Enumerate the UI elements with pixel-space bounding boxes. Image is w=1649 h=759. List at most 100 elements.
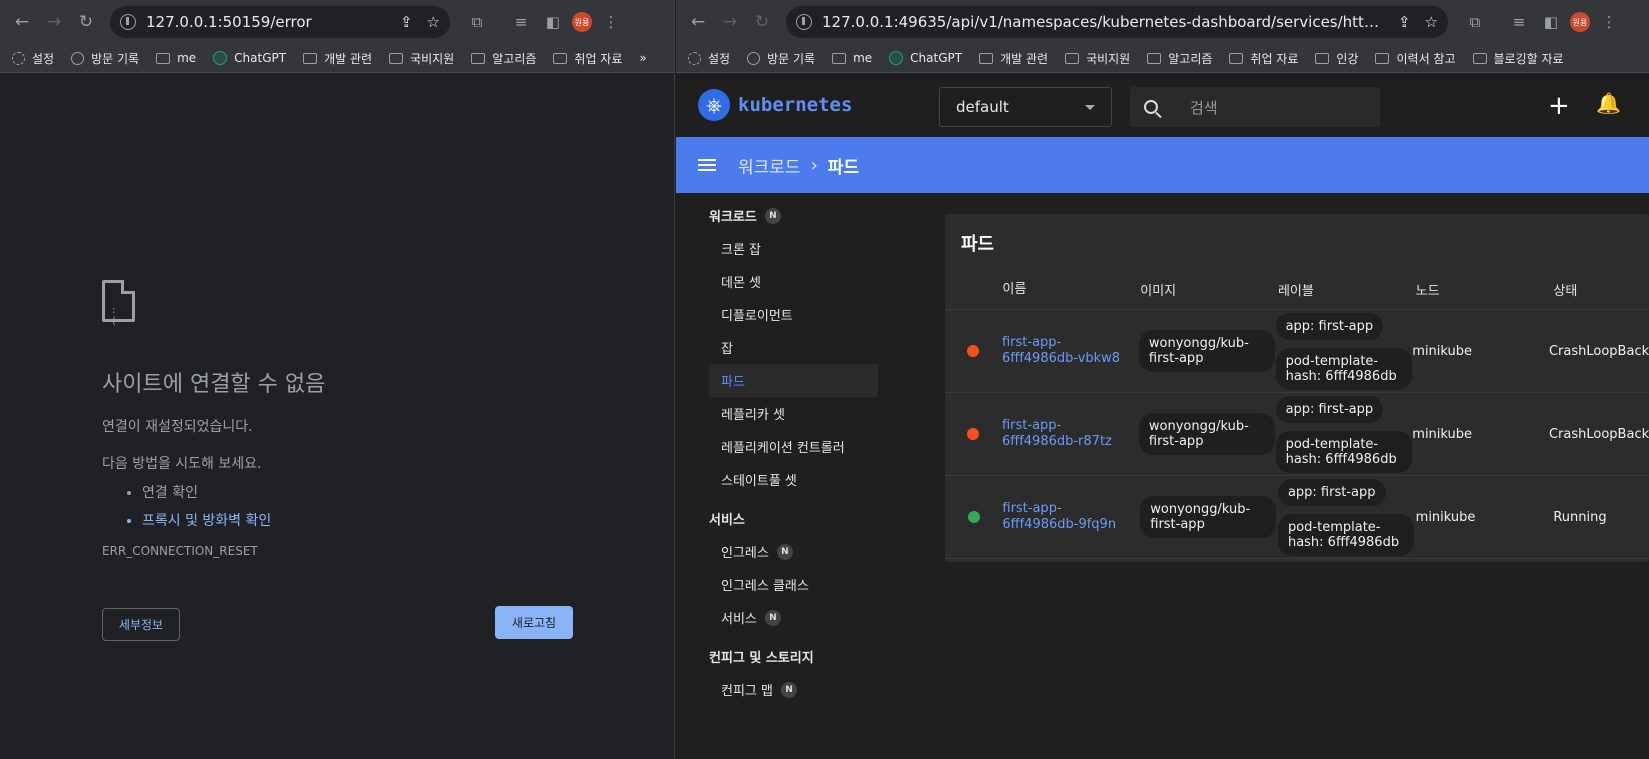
sidebar-item[interactable]: 컨피그 맵 N bbox=[676, 673, 906, 706]
chevron-right-icon: › bbox=[810, 154, 818, 176]
back-icon[interactable]: ← bbox=[8, 8, 36, 36]
bookmarks-overflow-icon[interactable]: » bbox=[639, 51, 646, 65]
extensions-icon[interactable]: ⧉ bbox=[1462, 9, 1488, 35]
bookmark-label: 취업 자료 bbox=[1250, 51, 1299, 66]
status-cell-text: CrashLoopBackOff bbox=[1548, 426, 1649, 442]
bookmark-item[interactable]: 알고리즘 bbox=[1147, 50, 1212, 67]
pod-name-link[interactable]: first-app-6fff4986db-vbkw8 bbox=[1002, 335, 1139, 367]
sidebar-item[interactable]: 잡 bbox=[676, 331, 906, 364]
kubernetes-logo-icon[interactable]: ⎈ bbox=[698, 89, 730, 121]
label-chip: pod-template-hash: 6fff4986db bbox=[1275, 430, 1412, 473]
pod-name-link[interactable]: first-app-6fff4986db-9fq9n bbox=[1002, 501, 1140, 533]
nav-section-config[interactable]: 컨피그 및 스토리지 bbox=[676, 640, 906, 673]
bookmark-item[interactable]: 알고리즘 bbox=[471, 50, 536, 67]
sidebar-item-label: 인그레스 bbox=[721, 546, 769, 561]
left-browser-window: ← → ↻ 127.0.0.1:50159/error ⇪ ☆ ⧉ ≡ ◧ 원용… bbox=[0, 0, 675, 759]
search-input[interactable]: 검색 bbox=[1130, 87, 1380, 127]
k8s-header: ⎈ kubernetes default 검색 + 🔔 bbox=[676, 73, 1649, 137]
sidebar-item[interactable]: 인그레스 N bbox=[676, 535, 906, 568]
bookmark-item[interactable]: 취업 자료 bbox=[1229, 50, 1298, 67]
bookmark-item[interactable]: 개발 관련 bbox=[979, 50, 1048, 67]
reload-icon[interactable]: ↻ bbox=[748, 8, 776, 36]
pod-name-link[interactable]: first-app-6fff4986db-r87tz bbox=[1002, 418, 1139, 450]
menu-icon[interactable]: ⋮ bbox=[1596, 9, 1622, 35]
sidebar-item-label: 크론 잡 bbox=[721, 243, 762, 258]
bookmark-star-icon[interactable]: ☆ bbox=[1425, 13, 1438, 31]
bookmark-item[interactable]: 개발 관련 bbox=[303, 50, 372, 67]
image-cell: wonyongg/kub-first-app bbox=[1140, 496, 1278, 538]
forward-icon[interactable]: → bbox=[716, 8, 744, 36]
bookmark-item[interactable]: me bbox=[832, 51, 872, 65]
menu-icon[interactable]: ⋮ bbox=[598, 9, 624, 35]
table-header: 이름 이미지 레이블 노드 상태 bbox=[945, 270, 1649, 310]
reading-list-icon[interactable]: ≡ bbox=[1506, 9, 1532, 35]
bookmark-item[interactable]: 블로깅할 자료 bbox=[1472, 50, 1564, 67]
bookmark-item[interactable]: ChatGPT bbox=[889, 51, 962, 65]
sidebar-item[interactable]: 레플리케이션 컨트롤러 bbox=[676, 430, 906, 463]
app-name[interactable]: kubernetes bbox=[738, 94, 852, 116]
sidebar-item[interactable]: 데몬 셋 bbox=[676, 265, 906, 298]
sidebar-item-label: 스테이트풀 셋 bbox=[721, 474, 797, 489]
status-dot-icon bbox=[967, 345, 980, 357]
namespace-select[interactable]: default bbox=[939, 87, 1112, 127]
bookmark-label: 국비지원 bbox=[410, 51, 455, 66]
forward-icon[interactable]: → bbox=[40, 8, 68, 36]
bookmark-item[interactable]: me bbox=[156, 51, 196, 65]
column-header[interactable]: 레이블 bbox=[1278, 280, 1416, 299]
search-icon bbox=[1144, 100, 1158, 114]
site-info-icon[interactable] bbox=[796, 14, 812, 30]
sidebar-item[interactable]: 인그레스 클래스 bbox=[676, 568, 906, 601]
side-panel-icon[interactable]: ◧ bbox=[1538, 9, 1564, 35]
column-header[interactable]: 이미지 bbox=[1140, 280, 1278, 299]
avatar[interactable]: 원용 bbox=[572, 12, 592, 32]
bookmark-item[interactable]: 방문 기록 bbox=[747, 50, 815, 67]
image-chip: wonyongg/kub-first-app bbox=[1138, 330, 1275, 372]
back-icon[interactable]: ← bbox=[684, 8, 712, 36]
sidebar-item[interactable]: 레플리카 셋 bbox=[676, 397, 906, 430]
bookmark-item[interactable]: 인강 bbox=[1315, 50, 1358, 67]
bookmark-item[interactable]: 취업 자료 bbox=[553, 50, 622, 67]
history-icon bbox=[747, 51, 761, 65]
breadcrumb-parent[interactable]: 워크로드 bbox=[738, 153, 801, 178]
sidebar-item[interactable]: 파드 bbox=[709, 364, 878, 397]
sidebar-item[interactable]: 서비스 N bbox=[676, 601, 906, 634]
reload-icon[interactable]: ↻ bbox=[72, 8, 100, 36]
folder-icon bbox=[1375, 52, 1390, 64]
menu-toggle-icon[interactable] bbox=[698, 156, 716, 174]
bookmark-item[interactable]: ChatGPT bbox=[213, 51, 286, 65]
address-bar[interactable]: 127.0.0.1:50159/error ⇪ ☆ bbox=[110, 6, 450, 38]
column-header[interactable]: 상태 bbox=[1553, 280, 1649, 299]
bookmarks-bar: 설정 방문 기록 me ChatGPT 개발 관련 국비지원 알고리즘 취업 자료 » bbox=[0, 44, 674, 73]
nav-section-services[interactable]: 서비스 bbox=[676, 502, 906, 535]
bookmark-item[interactable]: 국비지원 bbox=[1065, 50, 1130, 67]
share-icon[interactable]: ⇪ bbox=[400, 13, 413, 31]
bookmark-item[interactable]: 설정 bbox=[688, 50, 730, 67]
bookmark-item[interactable]: 설정 bbox=[12, 50, 54, 67]
tip-proxy-firewall-link[interactable]: 프록시 및 방화벽 확인 bbox=[142, 510, 572, 530]
extensions-icon[interactable]: ⧉ bbox=[464, 9, 490, 35]
bookmark-star-icon[interactable]: ☆ bbox=[427, 13, 440, 31]
share-icon[interactable]: ⇪ bbox=[1398, 13, 1411, 31]
details-button[interactable]: 세부정보 bbox=[102, 608, 180, 641]
side-panel-icon[interactable]: ◧ bbox=[540, 9, 566, 35]
bookmark-label: 알고리즘 bbox=[492, 51, 537, 66]
address-bar[interactable]: 127.0.0.1:49635/api/v1/namespaces/kubern… bbox=[786, 6, 1448, 38]
bookmark-item[interactable]: 이력서 참고 bbox=[1375, 50, 1456, 67]
reload-button[interactable]: 새로고침 bbox=[495, 606, 573, 639]
bookmark-item[interactable]: 국비지원 bbox=[389, 50, 454, 67]
column-header[interactable]: 노드 bbox=[1416, 280, 1554, 299]
site-info-icon[interactable] bbox=[120, 14, 136, 30]
folder-icon bbox=[389, 52, 404, 64]
create-resource-icon[interactable]: + bbox=[1548, 91, 1570, 121]
error-title: 사이트에 연결할 수 없음 bbox=[102, 372, 326, 397]
notifications-bell-icon[interactable]: 🔔 bbox=[1596, 91, 1621, 115]
sidebar-item[interactable]: 디플로이먼트 bbox=[676, 298, 906, 331]
status-cell bbox=[945, 511, 1002, 523]
sidebar-item[interactable]: 크론 잡 bbox=[676, 232, 906, 265]
avatar[interactable]: 원용 bbox=[1570, 12, 1590, 32]
bookmark-item[interactable]: 방문 기록 bbox=[71, 50, 139, 67]
sidebar-item[interactable]: 스테이트풀 셋 bbox=[676, 463, 906, 496]
reading-list-icon[interactable]: ≡ bbox=[508, 9, 534, 35]
column-header[interactable]: 이름 bbox=[1002, 282, 1140, 298]
nav-section-workloads[interactable]: 워크로드 N bbox=[676, 199, 906, 232]
